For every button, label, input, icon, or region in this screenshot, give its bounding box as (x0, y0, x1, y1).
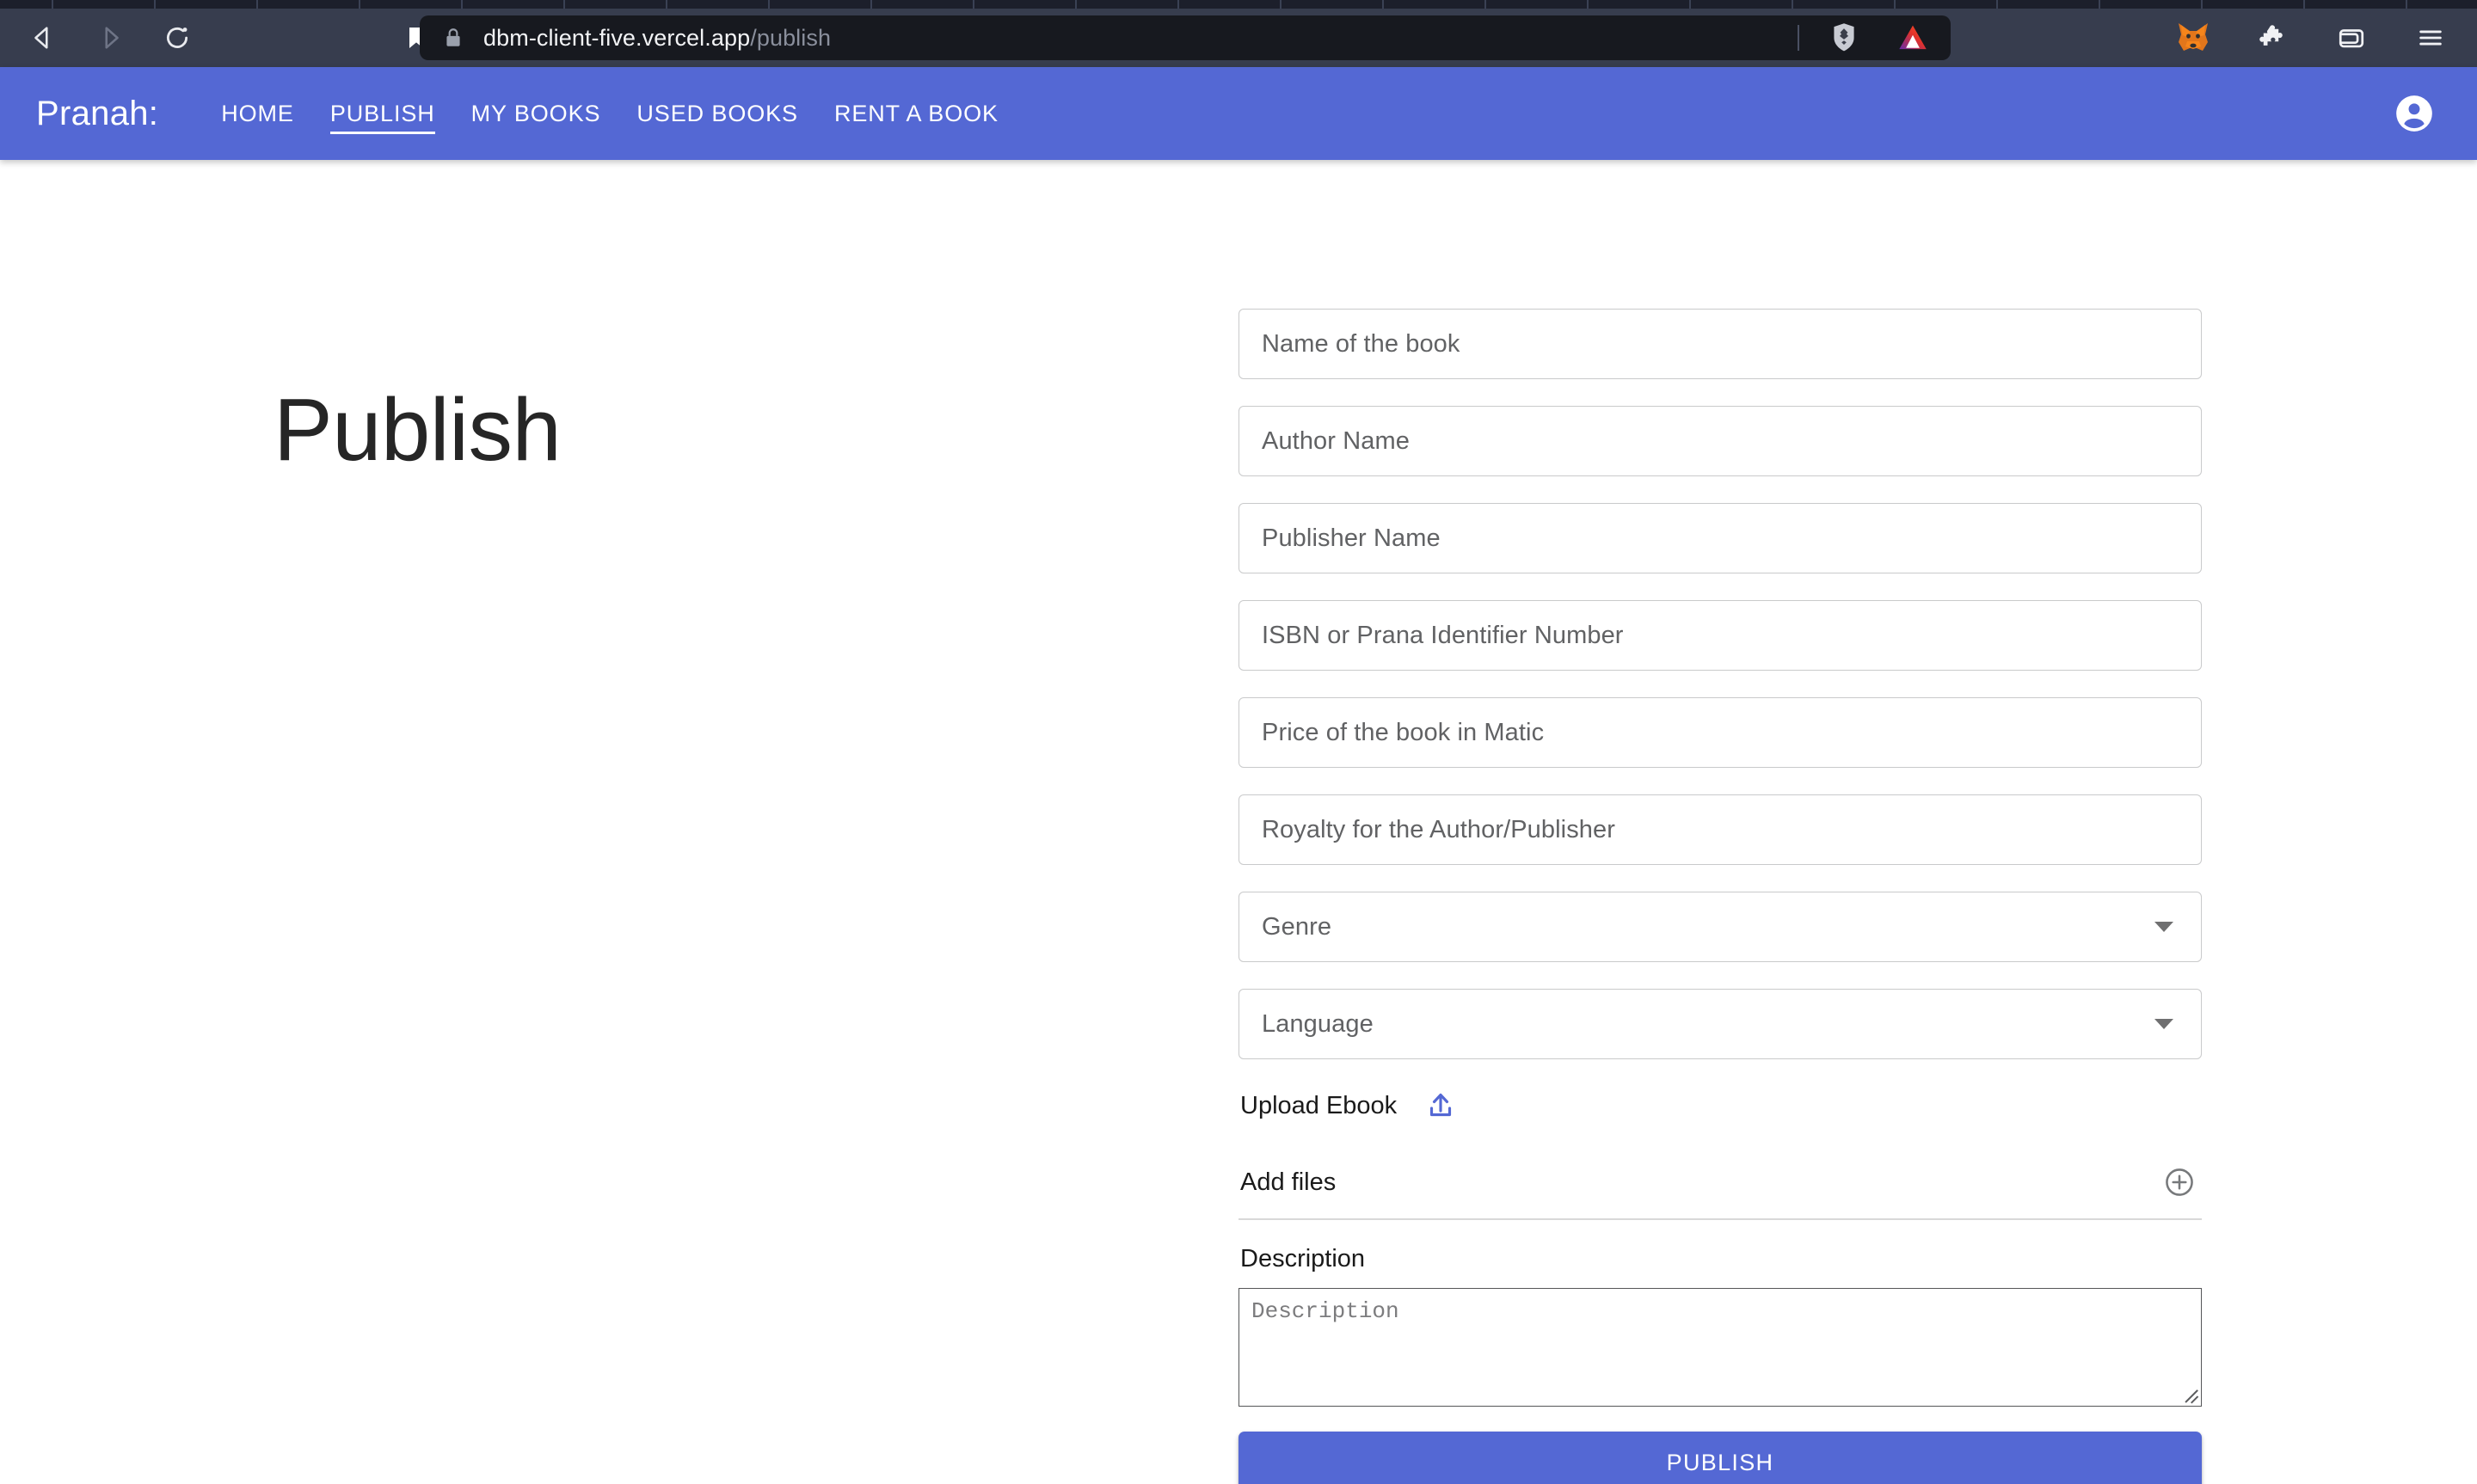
upload-ebook-row: Upload Ebook (1238, 1086, 2202, 1125)
nav-link-publish[interactable]: PUBLISH (312, 67, 453, 160)
url-text: dbm-client-five.vercel.app/publish (483, 25, 831, 52)
chevron-down-icon[interactable] (2154, 922, 2173, 932)
genre-selected-value: Genre (1262, 912, 1332, 941)
account-circle-icon[interactable] (2391, 90, 2437, 137)
book-name-placeholder: Name of the book (1262, 329, 1460, 358)
puzzle-extensions-icon[interactable] (2248, 14, 2296, 62)
language-select[interactable]: Language (1238, 989, 2202, 1059)
add-files-label: Add files (1240, 1168, 1337, 1196)
chevron-down-icon[interactable] (2154, 1019, 2173, 1029)
url-host: dbm-client-five.vercel.app (483, 24, 751, 51)
nav-link-used-books[interactable]: USED BOOKS (618, 67, 816, 160)
text-fields-group: Name of the book Author Name Publisher Nam… (1238, 309, 2202, 865)
back-arrow-icon[interactable] (19, 14, 67, 62)
resize-handle-icon[interactable] (2183, 1388, 2198, 1404)
forward-arrow-icon[interactable] (86, 14, 134, 62)
address-bar[interactable]: dbm-client-five.vercel.app/publish (420, 15, 1951, 60)
royalty-placeholder: Royalty for the Author/Publisher (1262, 815, 1616, 843)
brave-shield-icon[interactable] (1820, 14, 1868, 62)
main-nav: HOME PUBLISH MY BOOKS USED BOOKS RENT A BOOK (203, 67, 1017, 160)
description-input[interactable]: Description (1238, 1288, 2202, 1407)
upload-icon[interactable] (1421, 1086, 1460, 1125)
publish-form: Name of the book Author Name Publisher Nam… (1238, 309, 2202, 1484)
omnibox-actions (1798, 15, 1937, 60)
wallet-icon[interactable] (2327, 14, 2376, 62)
browser-tabstrip[interactable] (0, 0, 2477, 9)
nav-link-rent-a-book[interactable]: RENT A BOOK (816, 67, 1017, 160)
language-selected-value: Language (1262, 1009, 1374, 1038)
price-placeholder: Price of the book in Matic (1262, 718, 1545, 746)
isbn-placeholder: ISBN or Prana Identifier Number (1262, 621, 1624, 649)
page-content: Publish Name of the book Author Name Publi… (0, 160, 2477, 1484)
bat-token-icon[interactable] (1889, 14, 1937, 62)
publisher-name-input[interactable]: Publisher Name (1238, 503, 2202, 573)
royalty-input[interactable]: Royalty for the Author/Publisher (1238, 794, 2202, 865)
browser-toolbar: dbm-client-five.vercel.app/publish (0, 9, 2477, 67)
author-name-input[interactable]: Author Name (1238, 406, 2202, 476)
omnibox-divider (1798, 25, 1799, 51)
reload-icon[interactable] (153, 14, 201, 62)
isbn-input[interactable]: ISBN or Prana Identifier Number (1238, 600, 2202, 671)
url-path: /publish (750, 24, 832, 51)
page-title: Publish (274, 380, 562, 479)
app-navbar: Pranah: HOME PUBLISH MY BOOKS USED BOOKS REN… (0, 67, 2477, 160)
genre-select[interactable]: Genre (1238, 892, 2202, 962)
browser-chrome: dbm-client-five.vercel.app/publish (0, 0, 2477, 67)
metamask-fox-icon[interactable] (2169, 14, 2217, 62)
plus-circle-icon[interactable] (2160, 1163, 2198, 1201)
publish-button[interactable]: PUBLISH (1238, 1432, 2202, 1484)
add-files-row: Add files (1238, 1163, 2202, 1220)
description-label: Description (1240, 1245, 1366, 1272)
browser-extension-bar (2169, 12, 2455, 64)
brand-logo[interactable]: Pranah: (36, 95, 158, 133)
nav-link-home[interactable]: HOME (203, 67, 312, 160)
lock-icon (442, 27, 464, 49)
select-fields-group: Genre Language (1238, 892, 2202, 1059)
nav-link-my-books[interactable]: MY BOOKS (453, 67, 619, 160)
price-input[interactable]: Price of the book in Matic (1238, 697, 2202, 768)
hamburger-menu-icon[interactable] (2406, 14, 2455, 62)
upload-ebook-label: Upload Ebook (1240, 1091, 1398, 1119)
author-name-placeholder: Author Name (1262, 426, 1410, 455)
book-name-input[interactable]: Name of the book (1238, 309, 2202, 379)
browser-nav-buttons (19, 14, 440, 62)
publisher-name-placeholder: Publisher Name (1262, 524, 1441, 552)
description-placeholder: Description (1251, 1298, 1399, 1324)
